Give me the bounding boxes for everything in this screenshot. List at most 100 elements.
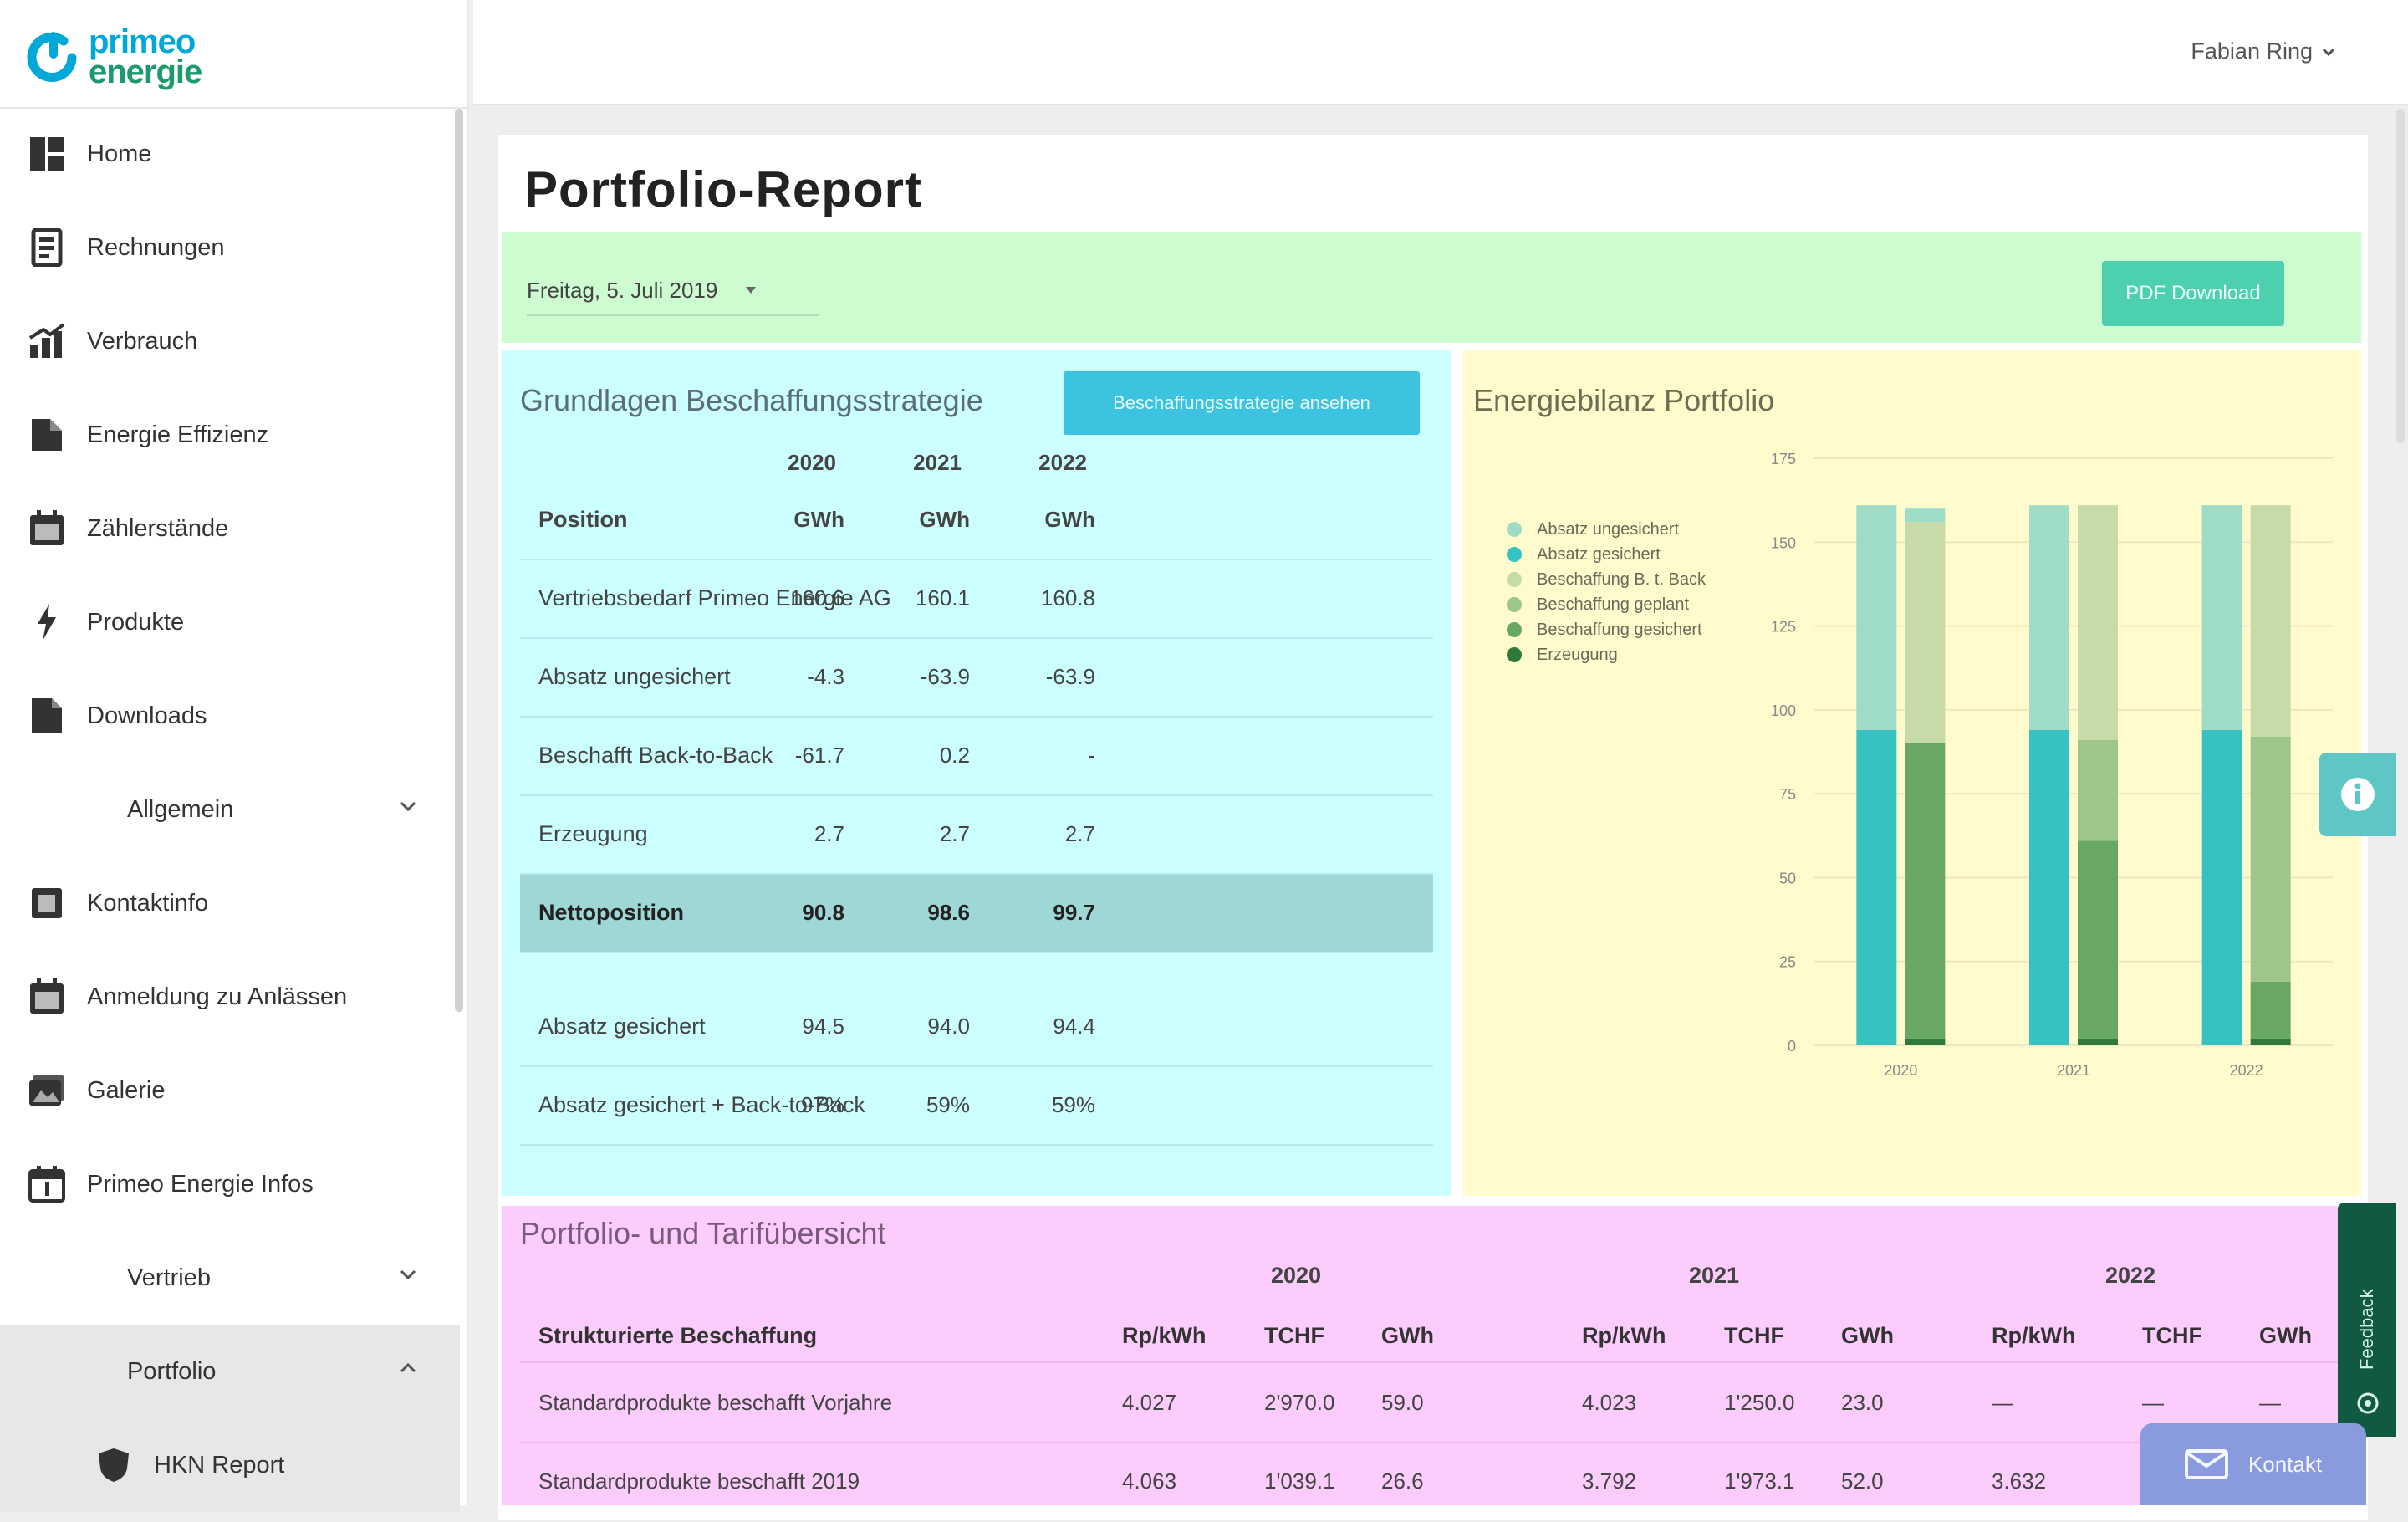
row-value: — <box>2142 1390 2164 1415</box>
sidebar-item-portfolio[interactable]: Portfolio <box>0 1325 460 1418</box>
sidebar: primeo energie Home Rechnungen Verbrauch… <box>0 0 468 1512</box>
sidebar-item-primeo-energie-infos[interactable]: Primeo Energie Infos <box>0 1137 460 1231</box>
row-value: 1'039.1 <box>1264 1468 1335 1494</box>
feedback-tab[interactable]: Feedback <box>2338 1203 2396 1437</box>
table-row: Absatz ungesichert -4.3 -63.9 -63.9 <box>520 639 1433 718</box>
row-value: 2'970.0 <box>1264 1390 1335 1415</box>
row-value: 160.6 <box>789 585 844 610</box>
unit-header: GWh <box>1841 1323 1894 1348</box>
sidebar-item-hkn-report[interactable]: HKN Report <box>0 1418 460 1512</box>
table-row: Vertriebsbedarf Primeo Energie AG 160.6 16… <box>520 560 1433 639</box>
supply-bar-segment <box>2250 736 2291 982</box>
demand-bar-segment <box>1856 505 1897 730</box>
page-scrollbar[interactable] <box>2396 109 2405 443</box>
row-value: -61.7 <box>794 743 844 768</box>
table-row: Absatz gesichert 94.5 94.0 94.4 <box>520 988 1433 1067</box>
feedback-icon <box>2357 1392 2379 1414</box>
sidebar-item-kontaktinfo[interactable]: Kontaktinfo <box>0 856 460 950</box>
mail-icon <box>2184 1449 2228 1479</box>
sidebar-item-produkte[interactable]: Produkte <box>0 575 460 669</box>
brand-logo[interactable]: primeo energie <box>23 15 274 99</box>
row-value: GWh <box>1044 507 1095 532</box>
supply-bar-segment <box>2078 505 2118 740</box>
row-value: 2.7 <box>939 821 970 846</box>
sidebar-item-label: Kontaktinfo <box>87 889 209 917</box>
row-value: -63.9 <box>1045 664 1095 689</box>
x-tick-label: 2021 <box>2057 1062 2090 1079</box>
sidebar-item-zaehlerstaende[interactable]: Zählerstände <box>0 482 460 575</box>
y-tick-label: 125 <box>1771 619 1796 636</box>
row-value: 2.7 <box>814 821 844 846</box>
portfolio-column-header: Strukturierte Beschaffung Rp/kWh TCHF GWh R… <box>520 1298 2361 1363</box>
year-header: 2022 <box>1038 450 1087 475</box>
table-row: Erzeugung 2.7 2.7 2.7 <box>520 796 1433 875</box>
contact-button[interactable]: Kontakt <box>2140 1423 2366 1505</box>
energy-balance-chart: 0 25 50 75 100 125 150 175 2020 2021 2022 <box>1771 451 2333 1079</box>
sidebar-item-energie-effizienz[interactable]: Energie Effizienz <box>0 388 460 482</box>
sidebar-item-anmeldung[interactable]: Anmeldung zu Anlässen <box>0 950 460 1044</box>
pdf-download-button[interactable]: PDF Download <box>2102 261 2284 326</box>
unit-header: Rp/kWh <box>1122 1323 1207 1348</box>
table-row: Position GWh GWh GWh <box>520 482 1433 560</box>
row-value: 1'250.0 <box>1724 1390 1795 1415</box>
report-toolbar: Freitag, 5. Juli 2019 PDF Download <box>502 232 2361 343</box>
year-header: 2020 <box>1271 1263 1322 1288</box>
row-value: — <box>1992 1390 2013 1415</box>
supply-bar-segment <box>2250 981 2291 1039</box>
sidebar-item-label: Galerie <box>87 1076 166 1104</box>
energy-balance-panel: Energiebilanz Portfolio Absatz ungesiche… <box>1463 350 2361 1196</box>
row-value: 160.8 <box>1040 585 1095 610</box>
lightning-plug-icon <box>27 602 67 642</box>
supply-bar-segment <box>2250 1038 2291 1045</box>
user-menu[interactable]: Fabian Ring <box>2191 38 2336 64</box>
sidebar-item-label: Home <box>87 140 152 167</box>
y-tick-label: 0 <box>1788 1038 1796 1055</box>
sidebar-item-galerie[interactable]: Galerie <box>0 1044 460 1137</box>
date-select-value: Freitag, 5. Juli 2019 <box>527 277 718 303</box>
x-tick-label: 2022 <box>2230 1062 2263 1079</box>
unit-header: Rp/kWh <box>1582 1323 1666 1348</box>
supply-bar-segment <box>2078 739 2118 841</box>
page-title: Portfolio-Report <box>524 161 922 217</box>
row-value: GWh <box>793 507 844 532</box>
sidebar-item-label: Allgemein <box>127 795 234 823</box>
row-label: Position <box>538 507 628 532</box>
sidebar-item-verbrauch[interactable]: Verbrauch <box>0 294 460 388</box>
row-label: Erzeugung <box>538 821 648 846</box>
contact-icon <box>27 883 67 923</box>
sidebar-item-vertrieb[interactable]: Vertrieb <box>0 1231 460 1325</box>
contact-label: Kontakt <box>2247 1451 2323 1477</box>
row-value: 3.632 <box>1992 1468 2047 1494</box>
info-float-button[interactable] <box>2319 753 2396 836</box>
sidebar-item-home[interactable]: Home <box>0 107 460 201</box>
portfolio-title: Portfolio- und Tarifübersicht <box>520 1216 886 1250</box>
year-header: 2021 <box>913 450 962 475</box>
row-value: 26.6 <box>1381 1468 1424 1494</box>
row-value: 4.023 <box>1582 1390 1637 1415</box>
demand-bar-segment <box>2029 729 2069 1045</box>
sidebar-item-label: Verbrauch <box>87 327 198 355</box>
y-tick-label: 100 <box>1771 702 1796 719</box>
supply-bar-segment <box>1905 508 1946 523</box>
date-select[interactable]: Freitag, 5. Juli 2019 <box>527 266 819 316</box>
dashboard-icon <box>27 134 67 174</box>
gallery-icon <box>27 1070 67 1111</box>
sidebar-item-rechnungen[interactable]: Rechnungen <box>0 201 460 294</box>
demand-bar-segment <box>1856 729 1897 1045</box>
view-strategy-button[interactable]: Beschaffungsstrategie ansehen <box>1064 371 1420 435</box>
caret-down-icon <box>746 287 757 294</box>
year-header: 2021 <box>1689 1263 1740 1288</box>
row-value: 4.027 <box>1122 1390 1177 1415</box>
spacer-icon <box>27 789 67 830</box>
sidebar-item-label: Vertrieb <box>127 1264 211 1291</box>
first-column-header: Strukturierte Beschaffung <box>538 1323 818 1348</box>
row-value: -4.3 <box>807 664 844 689</box>
top-bar: Fabian Ring <box>473 0 2408 105</box>
sidebar-item-allgemein[interactable]: Allgemein <box>0 763 460 856</box>
sidebar-item-downloads[interactable]: Downloads <box>0 669 460 763</box>
invoice-icon <box>27 227 67 268</box>
chevron-down-icon <box>400 801 416 812</box>
row-value: - <box>1088 743 1095 768</box>
strategy-year-header: 2020 2021 2022 <box>502 443 1451 485</box>
strategy-panel: Grundlagen Beschaffungsstrategie Beschaf… <box>502 350 1451 1196</box>
